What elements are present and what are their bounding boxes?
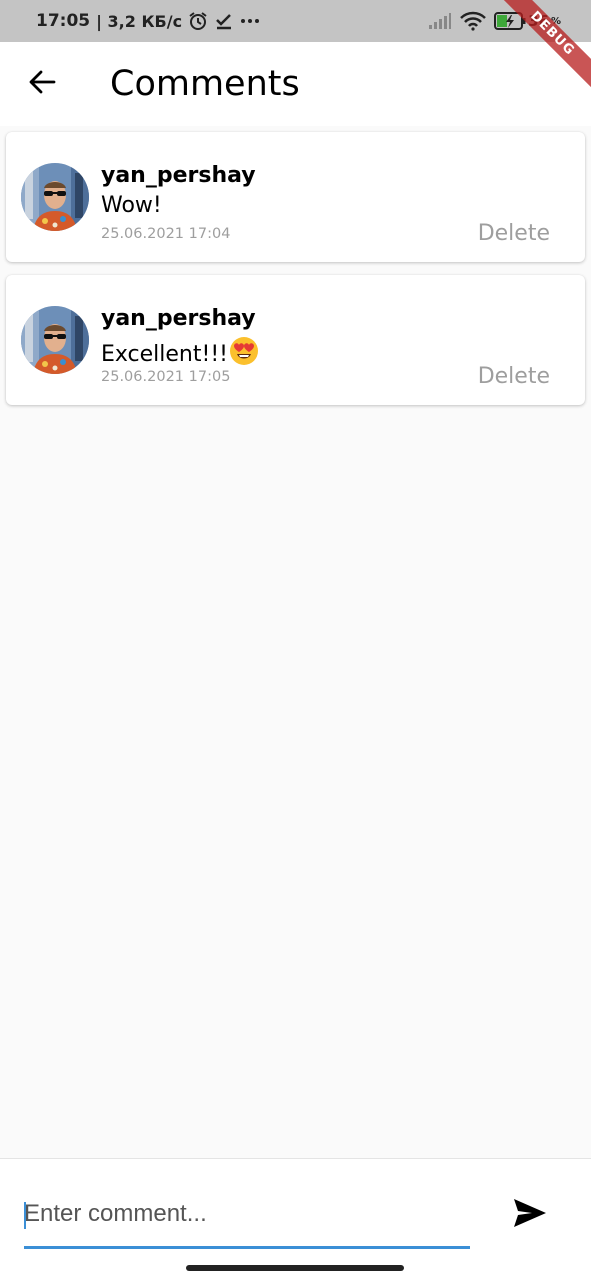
wifi-icon xyxy=(460,11,486,31)
comment-text-content: Wow! xyxy=(101,193,162,218)
app-bar: Comments xyxy=(0,42,591,126)
status-right: 36% xyxy=(428,11,561,31)
send-button[interactable] xyxy=(510,1197,550,1233)
battery-unit: % xyxy=(550,15,561,27)
home-gesture-handle[interactable] xyxy=(186,1265,404,1271)
heart-eyes-emoji-icon xyxy=(229,336,259,372)
status-bar: 17:05 | 3,2 КБ/с 36% xyxy=(0,0,591,42)
arrow-back-icon xyxy=(28,68,56,101)
avatar[interactable] xyxy=(21,163,89,231)
back-button[interactable] xyxy=(0,42,84,126)
comment-input[interactable] xyxy=(24,1191,470,1249)
check-icon xyxy=(214,11,234,31)
comment-text: Wow! xyxy=(101,193,162,218)
battery-level: 36 xyxy=(528,12,549,30)
comments-list: yan_pershay Wow! 25.06.2021 17:04 Delete… xyxy=(6,132,585,418)
text-caret xyxy=(24,1202,26,1229)
send-icon xyxy=(513,1198,547,1233)
comment-timestamp: 25.06.2021 17:05 xyxy=(101,369,231,385)
comment-timestamp: 25.06.2021 17:04 xyxy=(101,226,231,242)
more-icon xyxy=(240,11,260,31)
status-left: 17:05 | 3,2 КБ/с xyxy=(36,11,260,31)
delete-button[interactable]: Delete xyxy=(478,364,550,389)
comment-text-content: Excellent!!! xyxy=(101,341,228,367)
comment-username: yan_pershay xyxy=(101,306,256,331)
alarm-icon xyxy=(188,11,208,31)
page-title: Comments xyxy=(110,64,300,104)
status-network-speed: | 3,2 КБ/с xyxy=(96,11,183,31)
comment-username: yan_pershay xyxy=(101,163,256,188)
signal-icon xyxy=(428,12,452,30)
comment-input-bar xyxy=(0,1158,591,1256)
avatar[interactable] xyxy=(21,306,89,374)
comment-card: yan_pershay Wow! 25.06.2021 17:04 Delete xyxy=(6,132,585,262)
navigation-bar xyxy=(0,1256,591,1280)
status-time: 17:05 xyxy=(36,11,91,31)
battery-charging-icon: 36% xyxy=(494,12,561,30)
comment-text: Excellent!!! xyxy=(101,336,259,372)
delete-button[interactable]: Delete xyxy=(478,221,550,246)
comment-card: yan_pershay Excellent!!! 25.06.2021 17:0… xyxy=(6,275,585,405)
